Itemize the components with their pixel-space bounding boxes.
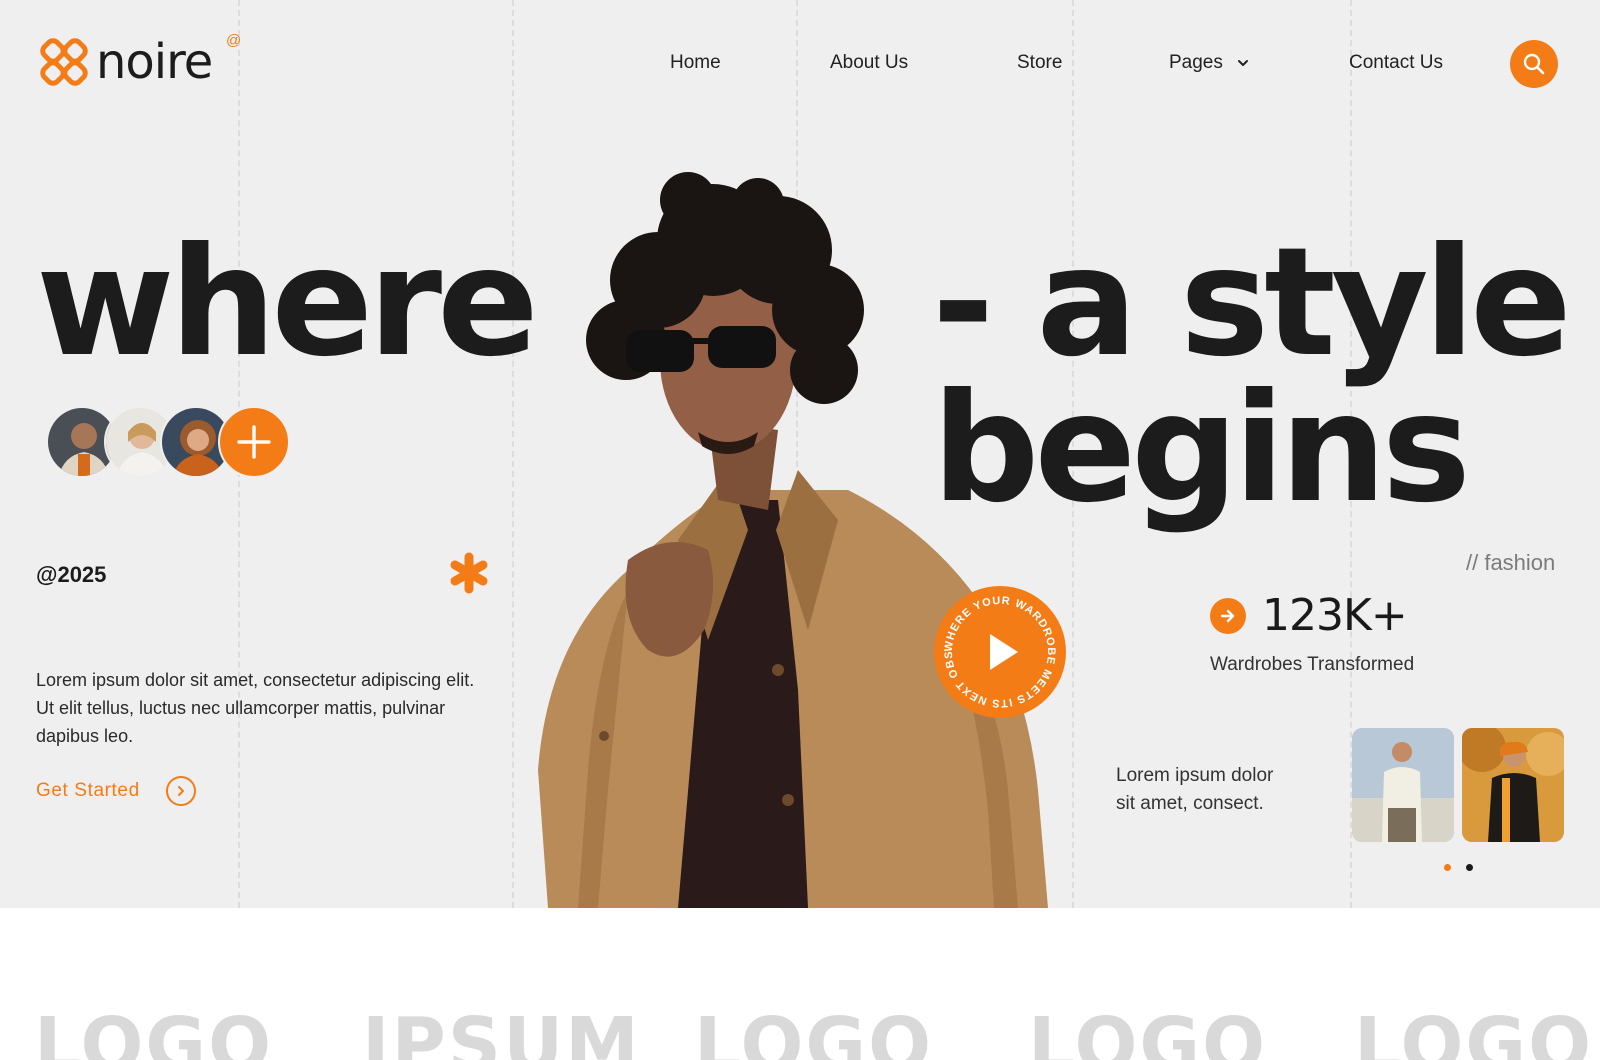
headline-right-line-1: - a style <box>932 216 1572 390</box>
hero-description: Lorem ipsum dolor sit amet, consectetur … <box>36 670 475 746</box>
brand-mark: @ <box>226 32 242 49</box>
hero-section: noire @ Home About Us Store Pages Contac… <box>0 0 1600 908</box>
nav-home[interactable]: Home <box>670 48 721 78</box>
main-nav: Home About Us Store Pages Contact Us <box>0 48 1600 78</box>
partner-logo: LOGO <box>1354 1002 1594 1060</box>
asterisk-icon <box>450 552 488 594</box>
get-started-label: Get Started <box>36 780 140 801</box>
gallery-thumbnail[interactable] <box>1352 728 1454 842</box>
stat-value: 123K+ <box>1262 590 1408 641</box>
chevron-right-icon <box>165 776 196 806</box>
nav-pages-label: Pages <box>1169 52 1223 73</box>
chevron-down-icon <box>1238 59 1249 66</box>
add-avatar-button[interactable] <box>218 406 290 478</box>
play-video-button[interactable]: WHERE YOUR WARDROBE MEETS ITS NEXT OBSES… <box>932 584 1068 720</box>
nav-contact-us[interactable]: Contact Us <box>1349 48 1443 78</box>
search-icon <box>1523 53 1545 75</box>
arrow-right-icon <box>1210 597 1246 634</box>
nav-pages[interactable]: Pages <box>1169 48 1250 78</box>
nav-store[interactable]: Store <box>1017 48 1062 78</box>
partner-logos: LOGO IPSUM LOGO LOGO LOGO <box>0 908 1600 1060</box>
plus-icon <box>237 425 271 459</box>
partner-logo: IPSUM <box>362 1002 641 1060</box>
fashion-tag: // fashion <box>1466 550 1556 575</box>
partner-logo: LOGO <box>694 1002 934 1060</box>
headline-right-line-2: begins <box>932 362 1471 536</box>
carousel-dot-active[interactable] <box>1444 864 1451 871</box>
search-button[interactable] <box>1510 40 1558 88</box>
stat-label: Wardrobes Transformed <box>1210 654 1415 675</box>
get-started-button[interactable]: Get Started <box>36 776 196 806</box>
stat-block: 123K+ <box>1210 590 1408 641</box>
carousel-dot[interactable] <box>1466 864 1473 871</box>
customer-avatars <box>46 406 306 480</box>
gallery-thumbnail[interactable] <box>1462 728 1564 842</box>
partner-logo: LOGO <box>1028 1002 1268 1060</box>
nav-about-us[interactable]: About Us <box>830 48 908 78</box>
partner-logo: LOGO <box>34 1002 274 1060</box>
headline-left: where <box>36 216 539 390</box>
year-label: @2025 <box>36 562 107 587</box>
secondary-copy: Lorem ipsum dolor sit amet, consect. <box>1116 765 1274 814</box>
